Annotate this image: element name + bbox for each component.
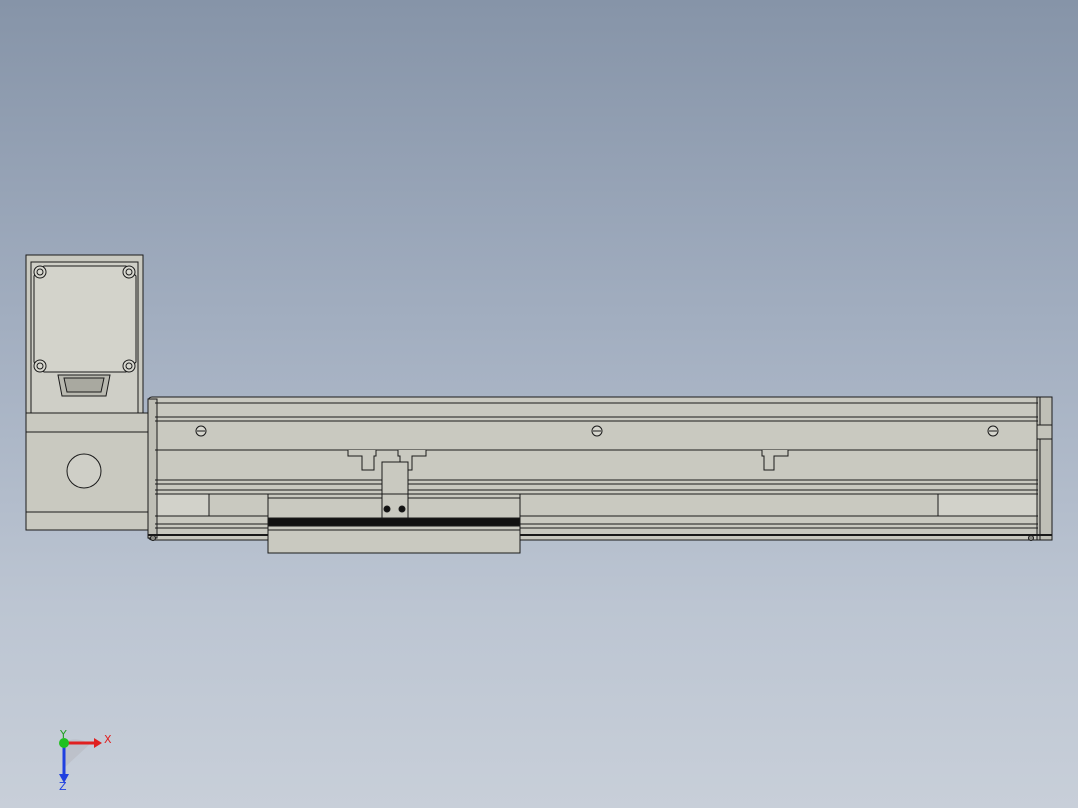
y-axis-label: Y bbox=[59, 728, 67, 741]
linear-actuator-model[interactable] bbox=[0, 0, 1078, 808]
carriage-screw-icon bbox=[383, 505, 391, 513]
motor-housing[interactable] bbox=[25, 254, 144, 414]
graphics-viewport[interactable]: X Y Z bbox=[0, 0, 1078, 808]
x-axis-label: X bbox=[104, 733, 112, 746]
coupling-housing[interactable] bbox=[25, 412, 149, 531]
coupling-hole-icon bbox=[66, 453, 102, 489]
orientation-triad: X Y Z bbox=[59, 728, 112, 792]
z-axis-label: Z bbox=[59, 780, 67, 792]
